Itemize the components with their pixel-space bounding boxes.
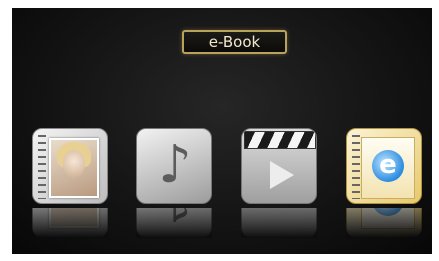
ebook-icon-reflection: e (346, 208, 422, 238)
menu-item-music[interactable]: ♪ ♪ (136, 128, 212, 238)
music-icon-reflection: ♪ (136, 208, 212, 238)
media-menu-screen: e-Book ♪ ♪ e e (12, 8, 432, 254)
menu-item-video[interactable] (241, 128, 317, 238)
section-title: e-Book (182, 30, 287, 54)
menu-item-photo[interactable] (32, 128, 108, 238)
photo-icon-reflection (32, 208, 108, 238)
menu-item-ebook[interactable]: e e (346, 128, 422, 238)
video-icon-reflection (241, 208, 317, 238)
ebook-icon: e (346, 128, 422, 204)
photo-album-icon (32, 128, 108, 204)
video-clapper-icon (241, 128, 317, 204)
music-note-icon: ♪ (136, 128, 212, 204)
